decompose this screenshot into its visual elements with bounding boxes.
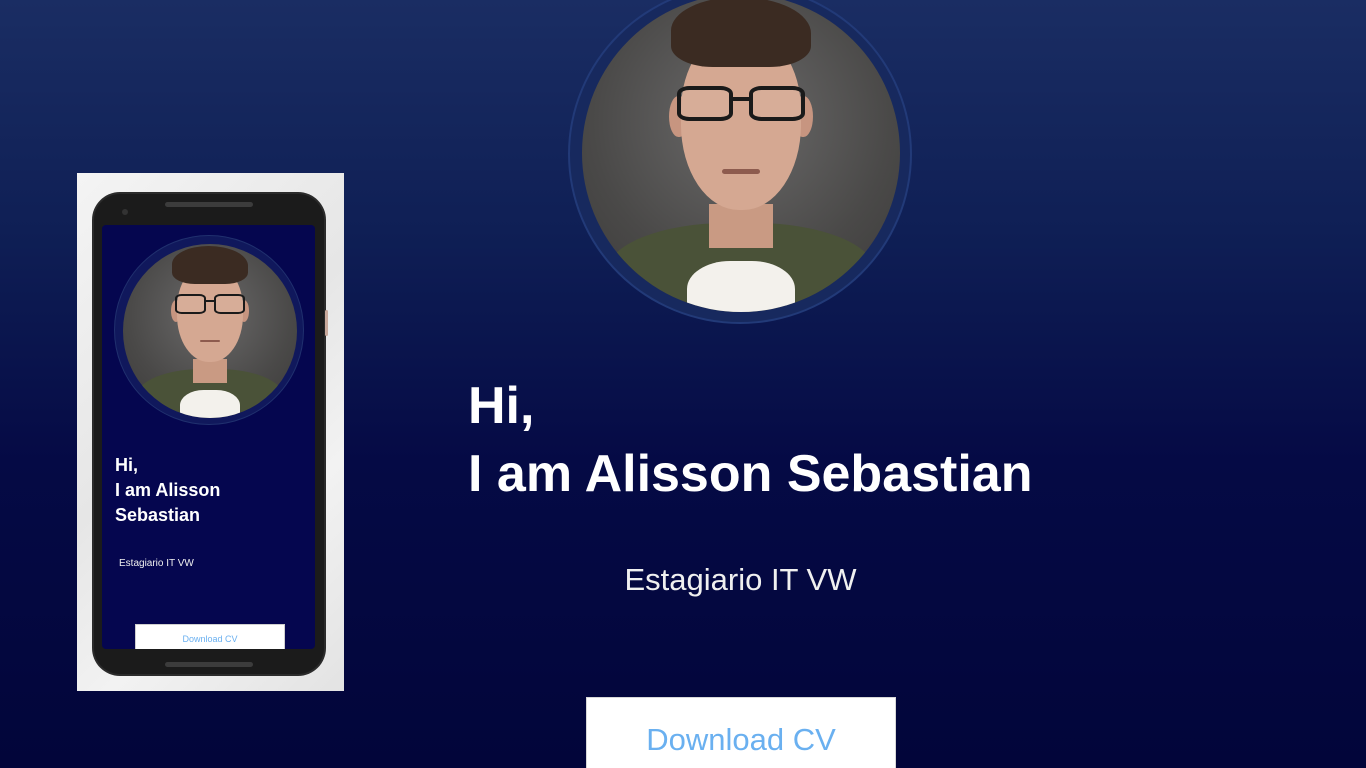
phone-name-line-1: I am Alisson	[115, 480, 221, 500]
phone-speaker-icon	[165, 202, 253, 207]
hero-heading: Hi, I am Alisson Sebastian	[468, 372, 1032, 508]
hero-name: I am Alisson Sebastian	[468, 445, 1033, 503]
phone-screen: Hi, I am Alisson Sebastian Estagiario IT…	[102, 225, 315, 649]
phone-profile-photo	[123, 244, 297, 418]
phone-avatar	[123, 244, 297, 418]
hero-greeting: Hi,	[468, 377, 535, 435]
phone-name-line-2: Sebastian	[115, 505, 201, 525]
download-cv-button[interactable]: Download CV	[586, 697, 896, 768]
phone-greeting: Hi,	[115, 455, 139, 475]
phone-subtitle: Estagiario IT VW	[119, 558, 194, 569]
phone-download-cv-button[interactable]: Download CV	[135, 624, 285, 649]
profile-photo	[582, 0, 900, 312]
phone-side-button	[325, 310, 328, 336]
phone-heading: Hi, I am Alisson Sebastian	[115, 453, 220, 528]
avatar	[582, 0, 900, 312]
glasses-icon	[677, 86, 805, 122]
phone-glasses-icon	[175, 294, 245, 314]
phone-bottom-speaker-icon	[165, 662, 253, 667]
phone-camera-icon	[122, 209, 128, 215]
